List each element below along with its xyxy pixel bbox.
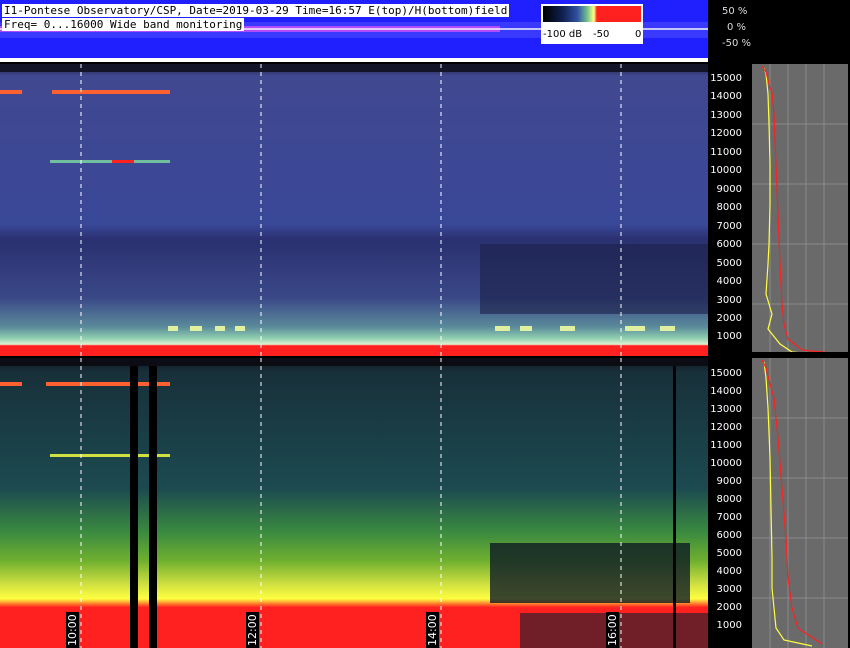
freq-tick: 1000 [716, 620, 742, 631]
freq-tick: 4000 [716, 276, 742, 287]
colorbar-label-max: 0 [635, 29, 642, 40]
time-label-1400: 14:00 [426, 612, 439, 648]
header-title: I1-Pontese Observatory/CSP, Date=2019-03… [2, 4, 510, 17]
freq-axis-bottom: 15000 14000 13000 12000 11000 10000 9000… [706, 358, 750, 648]
freq-tick: 9000 [716, 184, 742, 195]
freq-tick: 6000 [716, 239, 742, 250]
freq-tick: 3000 [716, 295, 742, 306]
spectrogram-h-field [0, 358, 708, 648]
freq-tick: 6000 [716, 530, 742, 541]
freq-tick: 7000 [716, 512, 742, 523]
freq-tick: 14000 [710, 386, 742, 397]
freq-tick: 7000 [716, 221, 742, 232]
amplitude-label-neg50: -50 % [722, 38, 752, 49]
freq-tick: 5000 [716, 548, 742, 559]
freq-tick: 13000 [710, 404, 742, 415]
freq-tick: 12000 [710, 128, 742, 139]
freq-tick: 12000 [710, 422, 742, 433]
colorbar-label-min: -100 dB [543, 29, 583, 40]
freq-tick: 11000 [710, 440, 742, 451]
freq-tick: 2000 [716, 602, 742, 613]
amplitude-label-50: 50 % [722, 6, 748, 17]
freq-tick: 14000 [710, 91, 742, 102]
freq-tick: 3000 [716, 584, 742, 595]
freq-tick: 1000 [716, 331, 742, 342]
header-frequency: Freq= 0...16000 Wide band monitoring [2, 18, 245, 31]
freq-tick: 13000 [710, 110, 742, 121]
freq-tick: 5000 [716, 258, 742, 269]
amplitude-label-0: 0 % [727, 22, 747, 33]
freq-tick: 10000 [710, 458, 742, 469]
freq-tick: 8000 [716, 202, 742, 213]
freq-tick: 2000 [716, 313, 742, 324]
freq-tick: 4000 [716, 566, 742, 577]
spectrum-panel-h [752, 358, 848, 648]
time-label-1000: 10:00 [66, 612, 79, 648]
spectrogram-window: I1-Pontese Observatory/CSP, Date=2019-03… [0, 0, 850, 648]
freq-tick: 15000 [710, 368, 742, 379]
freq-tick: 11000 [710, 147, 742, 158]
colorbar-label-mid: -50 [593, 29, 610, 40]
freq-tick: 15000 [710, 73, 742, 84]
time-label-1600: 16:00 [606, 612, 619, 648]
spectrogram-e-field [0, 64, 708, 356]
colorbar: -100 dB -50 0 [541, 4, 643, 44]
spectrum-panel-e [752, 64, 848, 356]
freq-tick: 9000 [716, 476, 742, 487]
time-label-1200: 12:00 [246, 612, 259, 648]
freq-axis-top: 15000 14000 13000 12000 11000 10000 9000… [706, 64, 750, 356]
freq-tick: 8000 [716, 494, 742, 505]
freq-tick: 10000 [710, 165, 742, 176]
